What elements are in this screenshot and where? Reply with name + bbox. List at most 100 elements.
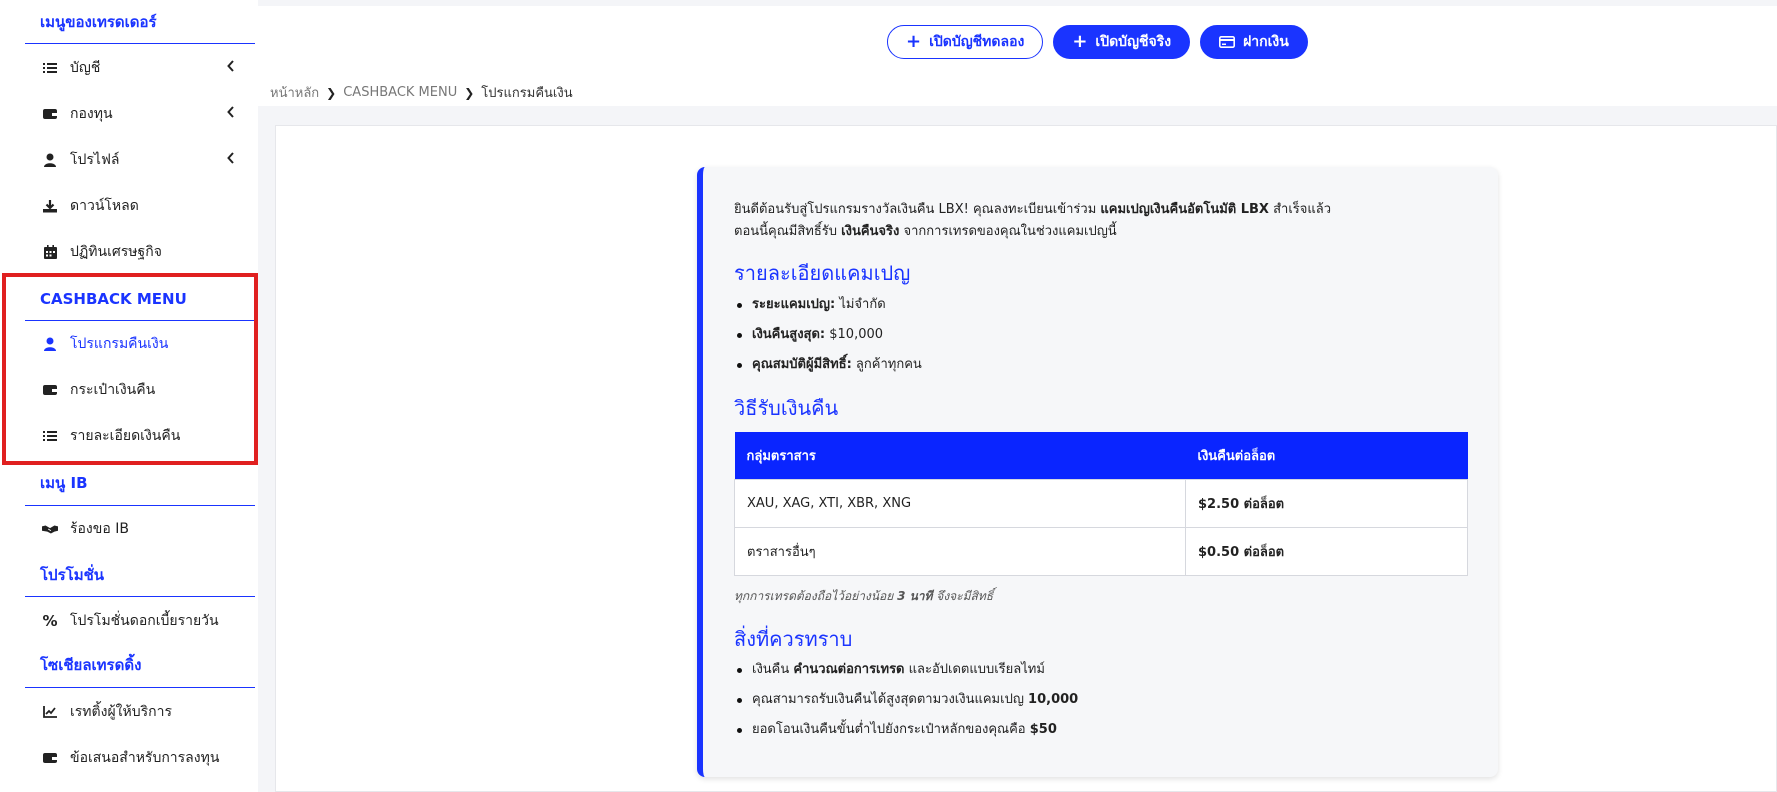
sidebar-item-ib-request[interactable]: ร้องขอ IB: [25, 506, 255, 552]
breadcrumb-home[interactable]: หน้าหลัก: [270, 82, 319, 103]
app-root: เมนูของเทรดเดอร์ บัญชี กองทุน โปรไฟล์ ดา…: [0, 0, 1777, 792]
sidebar-item-daily-interest[interactable]: % โปรโมชั่นดอกเบี้ยรายวัน: [25, 598, 255, 644]
sidebar-item-cashback-program[interactable]: โปรแกรมคืนเงิน: [25, 321, 255, 367]
deposit-button[interactable]: ฝากเงิน: [1200, 25, 1308, 59]
intro-text: ยินดีต้อนรับสู่โปรแกรมรางวัลเงินคืน LBX!…: [734, 199, 1474, 243]
sidebar-item-cashback-details[interactable]: รายละเอียดเงินคืน: [25, 413, 255, 459]
social-menu-title: โซเชียลเทรดดิ้ง: [25, 643, 255, 688]
promo-menu-title: โปรโมชั่น: [25, 553, 255, 597]
button-label: เปิดบัญชีจริง: [1095, 34, 1172, 50]
list-item: คุณสามารถรับเงินคืนได้สูงสุดตามวงเงินแคม…: [736, 685, 1079, 715]
list-item: ยอดโอนเงินคืนขั้นต่ำไปยังกระเป๋าหลักของค…: [736, 715, 1078, 745]
wallet-icon: [42, 382, 58, 398]
sidebar-item-provider-rating[interactable]: เรทติ้งผู้ให้บริการ: [25, 689, 255, 735]
intro-text-part: จากการเทรดของคุณในช่วงแคมเปญนี้: [899, 224, 1117, 239]
know-text: เงินคืน: [752, 662, 794, 677]
chevron-left-icon: [227, 106, 235, 122]
detail-key: คุณสมบัติผู้มีสิทธิ์:: [752, 357, 852, 372]
know-text: คุณสามารถรับเงินคืนได้สูงสุดตามวงเงินแคม…: [752, 692, 1029, 707]
intro-text-part: ยินดีต้อนรับสู่โปรแกรมรางวัลเงินคืน LBX!…: [734, 202, 1101, 217]
sidebar-item-investment-offers[interactable]: ข้อเสนอสำหรับการลงทุน: [25, 735, 255, 781]
handshake-icon: [42, 521, 58, 537]
know-text: และอัปเดตแบบเรียลไทม์: [904, 662, 1045, 677]
rate-value: $2.50 ต่อล็อต: [1198, 496, 1285, 512]
trader-menu-title: เมนูของเทรดเดอร์: [25, 0, 255, 44]
button-label: ฝากเงิน: [1243, 34, 1289, 50]
chart-line-icon: [42, 704, 58, 720]
chevron-left-icon: [227, 60, 235, 76]
breadcrumb-current: โปรแกรมคืนเงิน: [481, 86, 573, 101]
sidebar-item-funds[interactable]: กองทุน: [25, 91, 255, 137]
campaign-name: แคมเปญเงินคืนอัตโนมัติ LBX: [1100, 202, 1269, 217]
table-cell: $0.50 ต่อล็อต: [1185, 526, 1468, 576]
header-actions: + เปิดบัญชีทดลอง + เปิดบัญชีจริง ฝากเงิน: [887, 25, 1308, 59]
sidebar-item-download[interactable]: ดาวน์โหลด: [25, 183, 255, 229]
cashback-menu-title: CASHBACK MENU: [25, 277, 255, 321]
detail-value: $10,000: [825, 327, 884, 342]
intro-text-part: ตอนนี้คุณมีสิทธิ์รับ: [734, 224, 842, 239]
sidebar-item-label: ปฏิทินเศรษฐกิจ: [70, 244, 162, 260]
user-icon: [42, 152, 58, 168]
detail-key: ระยะแคมเปญ:: [752, 297, 836, 312]
sidebar-item-label: เรทติ้งผู้ให้บริการ: [70, 704, 172, 720]
table-cell: ตราสารอื่นๆ: [734, 526, 1186, 576]
cashback-program-card: ยินดีต้อนรับสู่โปรแกรมรางวัลเงินคืน LBX!…: [697, 167, 1498, 777]
chevron-right-icon: ❯: [464, 85, 475, 100]
know-emphasis: คำนวณต่อการเทรด: [793, 662, 905, 677]
percent-icon: %: [42, 612, 58, 630]
know-emphasis: 10,000: [1028, 692, 1079, 707]
sidebar-item-label: ข้อเสนอสำหรับการลงทุน: [70, 750, 220, 766]
list-item: คุณสมบัติผู้มีสิทธิ์: ลูกค้าทุกคน: [737, 350, 922, 380]
button-label: เปิดบัญชีทดลอง: [929, 34, 1025, 50]
sidebar-item-label: กองทุน: [70, 106, 113, 122]
campaign-details-title: รายละเอียดแคมเปญ: [734, 261, 911, 285]
download-icon: [42, 198, 58, 214]
sidebar-item-label: ดาวน์โหลด: [70, 198, 139, 214]
chevron-right-icon: ❯: [326, 85, 337, 100]
sidebar-item-label: กระเป๋าเงินคืน: [70, 382, 156, 398]
table-header-row: กลุ่มตราสาร เงินคืนต่อล็อต: [734, 432, 1468, 479]
holding-time-note: ทุกการเทรดต้องถือไว้อย่างน้อย 3 นาที จึง…: [734, 587, 993, 606]
column-header: กลุ่มตราสาร: [734, 432, 1186, 479]
list-icon: [42, 428, 58, 444]
table-cell: $2.50 ต่อล็อต: [1185, 478, 1468, 528]
plus-icon: +: [1072, 31, 1088, 52]
column-header: เงินคืนต่อล็อต: [1185, 432, 1468, 479]
know-emphasis: $50: [1029, 722, 1057, 737]
sidebar-item-label: บัญชี: [70, 60, 101, 76]
sidebar-item-label: รายละเอียดเงินคืน: [70, 428, 181, 444]
open-real-account-button[interactable]: + เปิดบัญชีจริง: [1053, 25, 1191, 59]
list-icon: [42, 60, 58, 76]
breadcrumb-section[interactable]: CASHBACK MENU: [343, 85, 457, 100]
user-icon: [42, 336, 58, 352]
real-cashback-text: เงินคืนจริง: [841, 224, 900, 239]
note-emphasis: 3 นาที: [897, 589, 933, 603]
open-demo-account-button[interactable]: + เปิดบัญชีทดลอง: [887, 25, 1044, 59]
note-text-part: ทุกการเทรดต้องถือไว้อย่างน้อย: [734, 589, 898, 603]
table-cell: XAU, XAG, XTI, XBR, XNG: [734, 478, 1186, 528]
how-to-get-cashback-title: วิธีรับเงินคืน: [734, 396, 839, 420]
sidebar-item-label: โปรแกรมคืนเงิน: [70, 336, 169, 352]
cashback-rates-table: กลุ่มตราสาร เงินคืนต่อล็อต XAU, XAG, XTI…: [734, 432, 1468, 576]
detail-value: ลูกค้าทุกคน: [851, 357, 922, 372]
sidebar-item-accounts[interactable]: บัญชี: [25, 45, 255, 91]
intro-text-part: สำเร็จแล้ว: [1268, 202, 1332, 217]
detail-key: เงินคืนสูงสุด:: [752, 327, 826, 342]
list-item: เงินคืน คำนวณต่อการเทรด และอัปเดตแบบเรีย…: [736, 655, 1078, 685]
sidebar-item-calendar[interactable]: ปฏิทินเศรษฐกิจ: [25, 229, 255, 275]
know-text: ยอดโอนเงินคืนขั้นต่ำไปยังกระเป๋าหลักของค…: [752, 722, 1030, 737]
chevron-left-icon: [227, 152, 235, 168]
note-text-part: จึงจะมีสิทธิ์: [932, 589, 994, 603]
table-row: XAU, XAG, XTI, XBR, XNG $2.50 ต่อล็อต: [734, 478, 1468, 528]
plus-icon: +: [906, 31, 922, 52]
sidebar-item-label: โปรไฟล์: [70, 152, 120, 168]
wallet-icon: [42, 750, 58, 766]
list-item: เงินคืนสูงสุด: $10,000: [737, 320, 922, 350]
ib-menu-title: เมนู IB: [25, 461, 255, 506]
sidebar-item-label: โปรโมชั่นดอกเบี้ยรายวัน: [70, 613, 219, 629]
sidebar-item-cashback-wallet[interactable]: กระเป๋าเงินคืน: [25, 367, 255, 413]
table-row: ตราสารอื่นๆ $0.50 ต่อล็อต: [734, 526, 1468, 576]
breadcrumb: หน้าหลัก ❯ CASHBACK MENU ❯ โปรแกรมคืนเงิ…: [270, 82, 573, 103]
credit-card-icon: [1219, 36, 1236, 48]
sidebar-item-profile[interactable]: โปรไฟล์: [25, 137, 255, 183]
